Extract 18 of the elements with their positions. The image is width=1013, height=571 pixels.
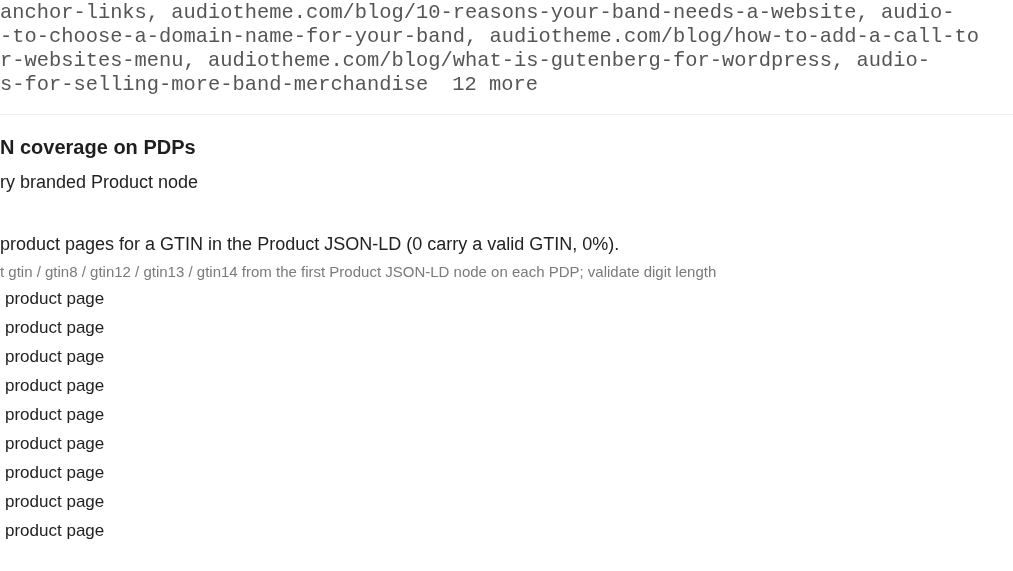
list-item: product page <box>5 520 106 542</box>
list-item: product page <box>5 288 106 310</box>
list-item: product page <box>5 491 106 513</box>
url-list-line: anchor-links, audiotheme.com/blog/10-reasons-your-band-needs-a-website, audio- <box>0 1 956 25</box>
list-item: product page <box>5 346 106 368</box>
more-count: 12 more <box>452 73 538 97</box>
url-list-line: r-websites-menu, audiotheme.com/blog/what-is-gutenberg-for-wordpress, audio- <box>0 49 931 73</box>
list-item: product page <box>5 404 106 426</box>
check-subtitle: ry branded Product node <box>0 172 200 193</box>
url-list-line: s-for-selling-more-band-merchandise <box>0 73 429 97</box>
list-item: product page <box>5 462 106 484</box>
url-list-line: -to-choose-a-domain-name-for-your-band, audiotheme.com/blog/how-to-add-a-call-to <box>0 25 980 49</box>
check-method: t gtin / gtin8 / gtin12 / gtin13 / gtin14 from the first Product JSON-LD node on each PDP; validate digit length <box>0 263 718 280</box>
list-item: product page <box>5 433 106 455</box>
list-item: product page <box>5 375 106 397</box>
list-item: product page <box>5 317 106 339</box>
check-summary: product pages for a GTIN in the Product JSON-LD (0 carry a valid GTIN, 0%). <box>0 234 621 255</box>
check-title: N coverage on PDPs <box>0 136 197 159</box>
